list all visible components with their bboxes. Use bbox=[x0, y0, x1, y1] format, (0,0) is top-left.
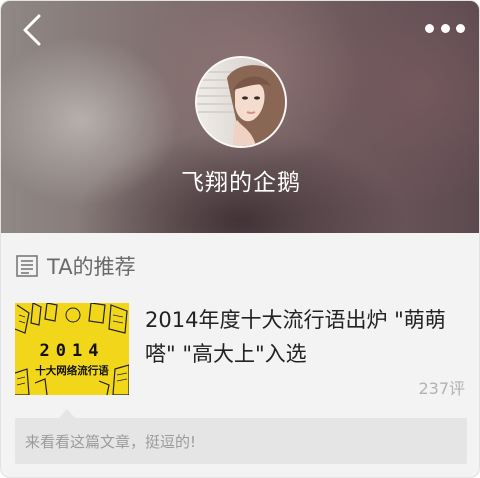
recommend-section-header: TA的推荐 bbox=[15, 251, 136, 281]
avatar-photo bbox=[197, 58, 285, 146]
article-card[interactable]: 2014 十大网络流行语 2014年度十大流行语出炉 "萌萌嗒" "高大上"入选… bbox=[15, 303, 467, 398]
recommend-title: TA的推荐 bbox=[47, 255, 136, 279]
article-thumbnail: 2014 十大网络流行语 bbox=[15, 303, 129, 395]
note-pointer bbox=[59, 409, 75, 418]
share-note: 来看看这篇文章，挺逗的! bbox=[15, 418, 467, 464]
avatar[interactable] bbox=[195, 56, 287, 148]
more-button[interactable] bbox=[425, 17, 465, 39]
more-dots-icon bbox=[425, 23, 434, 33]
back-button[interactable] bbox=[17, 13, 47, 47]
comment-count: 237评 bbox=[418, 379, 465, 398]
thumbnail-year: 2014 bbox=[39, 341, 105, 361]
chevron-left-icon bbox=[23, 14, 41, 46]
profile-header: 飞翔的企鹅 bbox=[1, 1, 479, 233]
share-card: 飞翔的企鹅 TA的推荐 2014 十大网络流行语 2014年度十大流行语出炉 "… bbox=[0, 0, 480, 478]
username: 飞翔的企鹅 bbox=[181, 170, 301, 196]
thumbnail-subtitle: 十大网络流行语 bbox=[35, 365, 109, 377]
document-lines-icon bbox=[16, 255, 38, 277]
article-title[interactable]: 2014年度十大流行语出炉 "萌萌嗒" "高大上"入选 bbox=[145, 303, 465, 371]
